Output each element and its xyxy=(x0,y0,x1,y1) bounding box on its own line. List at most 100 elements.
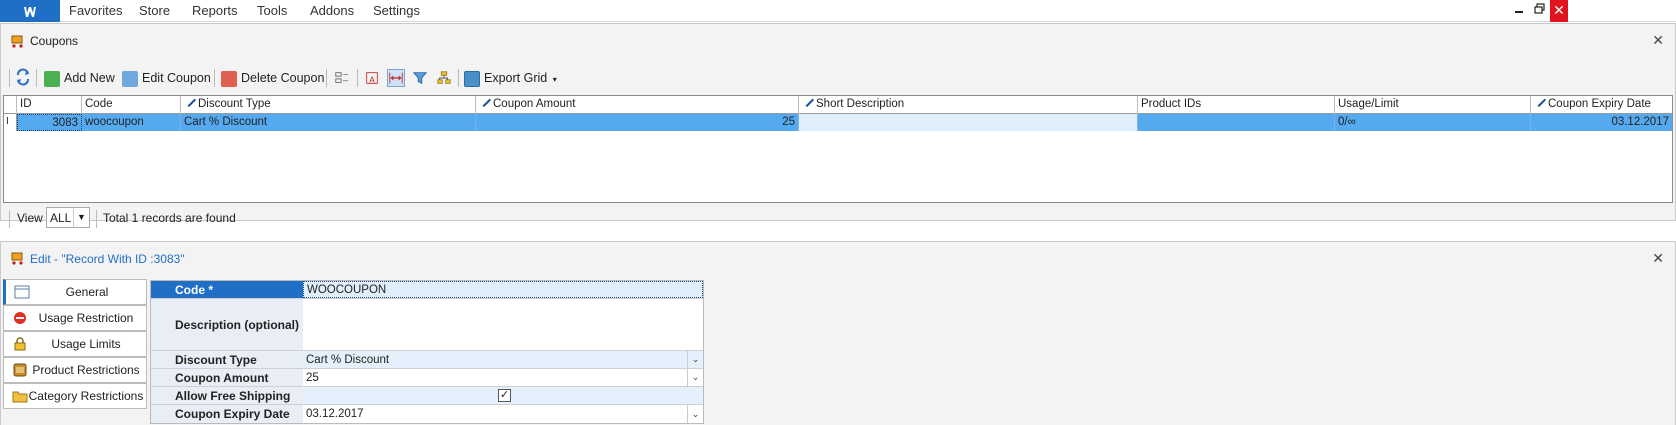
column-header-coupon-amount[interactable]: Coupon Amount xyxy=(476,96,799,114)
toolbar-separator xyxy=(357,69,358,87)
toolbar-grip xyxy=(9,69,10,87)
row-indicator-header xyxy=(4,96,17,114)
column-chooser-icon[interactable] xyxy=(333,69,351,87)
folder-icon xyxy=(12,391,28,403)
table-row[interactable]: I 3083 woocoupon Cart % Discount 25 0/∞ … xyxy=(4,114,1672,132)
chevron-down-icon[interactable]: ⌄ xyxy=(687,405,703,423)
code-row: Code * WOOCOUPON xyxy=(151,281,703,299)
tab-label: Category Restrictions xyxy=(28,389,144,403)
view-select-value: ALL xyxy=(50,211,72,225)
expiry-date-field[interactable]: 03.12.2017 ⌄ xyxy=(303,405,703,423)
tab-usage-restriction[interactable]: Usage Restriction xyxy=(3,305,147,331)
coupon-amount-field[interactable]: 25 ⌄ xyxy=(303,369,703,386)
column-header-label: ID xyxy=(20,98,32,110)
editable-pencil-icon xyxy=(181,96,197,108)
column-header-discount-type[interactable]: Discount Type xyxy=(181,96,476,114)
delete-coupon-button[interactable]: Delete Coupon xyxy=(221,68,324,88)
export-grid-label: Export Grid xyxy=(484,71,548,85)
coupon-amount-value: 25 xyxy=(306,371,319,384)
description-field[interactable] xyxy=(303,299,703,350)
tab-category-restrictions[interactable]: Category Restrictions xyxy=(3,383,147,409)
chevron-down-icon: ▼ xyxy=(73,208,89,227)
export-grid-button[interactable]: Export Grid ▾ xyxy=(464,68,557,88)
product-box-icon xyxy=(13,363,27,377)
coupons-grid: ID Code Discount Type Coupon Amount Shor… xyxy=(3,95,1673,203)
app-menu-button[interactable] xyxy=(0,0,60,22)
cell-discount-type[interactable]: Cart % Discount xyxy=(181,114,476,131)
column-header-code[interactable]: Code xyxy=(82,96,181,114)
toolbar-separator xyxy=(458,69,459,87)
grid-header: ID Code Discount Type Coupon Amount Shor… xyxy=(4,96,1672,114)
cell-expiry-date[interactable]: 03.12.2017 xyxy=(1531,114,1672,131)
toolbar-separator xyxy=(36,69,37,87)
coupons-panel-title: Coupons xyxy=(30,34,79,48)
refresh-icon[interactable] xyxy=(15,68,31,86)
print-layout-icon[interactable]: A xyxy=(363,69,381,87)
coupon-cart-icon xyxy=(11,35,23,48)
expiry-date-value: 03.12.2017 xyxy=(306,408,364,420)
edit-tabs: General Usage Restriction Usage Limits P… xyxy=(3,279,147,409)
restore-icon xyxy=(1533,3,1545,14)
tab-product-restrictions[interactable]: Product Restrictions xyxy=(3,357,147,383)
discount-type-value: Cart % Discount xyxy=(306,353,390,366)
discount-type-select[interactable]: Cart % Discount ⌄ xyxy=(303,351,703,368)
app-close-button[interactable]: ✕ xyxy=(1550,0,1568,22)
general-page-icon xyxy=(14,285,30,299)
column-header-label: Usage/Limit xyxy=(1338,98,1399,110)
column-header-label: Short Description xyxy=(816,98,905,110)
menu-favorites[interactable]: Favorites xyxy=(69,0,122,22)
column-header-product-ids[interactable]: Product IDs xyxy=(1138,96,1335,114)
menu-store[interactable]: Store xyxy=(139,0,170,22)
code-field[interactable]: WOOCOUPON xyxy=(303,281,703,298)
tree-view-icon[interactable] xyxy=(435,69,453,87)
column-header-short-description[interactable]: Short Description xyxy=(799,96,1138,114)
status-separator xyxy=(96,210,97,228)
cell-code[interactable]: woocoupon xyxy=(82,114,181,131)
cell-short-description[interactable] xyxy=(799,114,1138,131)
tab-usage-limits[interactable]: Usage Limits xyxy=(3,331,147,357)
menu-addons[interactable]: Addons xyxy=(310,0,354,22)
chevron-down-icon[interactable]: ⌄ xyxy=(687,369,703,386)
add-new-label: Add New xyxy=(64,71,115,85)
menu-settings[interactable]: Settings xyxy=(373,0,420,22)
tab-general[interactable]: General xyxy=(3,279,147,305)
coupon-amount-row: Coupon Amount 25 ⌄ xyxy=(151,369,703,387)
cell-usage-limit[interactable]: 0/∞ xyxy=(1335,114,1531,131)
expiry-date-row: Coupon Expiry Date 03.12.2017 ⌄ xyxy=(151,405,703,423)
tab-label: General xyxy=(65,285,109,299)
column-header-label: Coupon Amount xyxy=(493,98,576,110)
view-select[interactable]: ALL ▼ xyxy=(46,207,90,228)
tab-label: Usage Limits xyxy=(51,337,121,351)
filter-icon[interactable] xyxy=(411,69,429,87)
edit-coupon-button[interactable]: Edit Coupon xyxy=(122,68,211,88)
fit-columns-icon[interactable] xyxy=(387,69,405,87)
edit-panel-close-button[interactable]: ✕ xyxy=(1652,250,1664,267)
free-shipping-cell: ✓ xyxy=(303,387,703,404)
column-header-usage-limit[interactable]: Usage/Limit xyxy=(1335,96,1531,114)
cell-coupon-amount[interactable]: 25 xyxy=(476,114,799,131)
column-header-label: Discount Type xyxy=(198,98,271,110)
editable-pencil-icon xyxy=(1531,96,1547,108)
restore-button[interactable] xyxy=(1528,0,1550,22)
edit-panel-title: Edit - "Record With ID :3083" xyxy=(30,252,185,266)
minimize-icon xyxy=(1515,11,1523,13)
free-shipping-checkbox[interactable]: ✓ xyxy=(498,389,511,402)
free-shipping-label: Allow Free Shipping xyxy=(151,387,303,404)
row-cursor-icon: I xyxy=(4,114,17,131)
coupon-amount-label: Coupon Amount xyxy=(151,369,303,386)
edit-coupon-label: Edit Coupon xyxy=(142,71,211,85)
cell-product-ids[interactable] xyxy=(1138,114,1335,131)
tab-label: Usage Restriction xyxy=(38,311,134,325)
description-row: Description (optional) xyxy=(151,299,703,351)
menu-reports[interactable]: Reports xyxy=(192,0,238,22)
cell-id[interactable]: 3083 xyxy=(17,114,82,131)
edit-form: Code * WOOCOUPON Description (optional) … xyxy=(150,280,704,424)
add-new-button[interactable]: Add New xyxy=(44,68,115,88)
column-header-expiry-date[interactable]: Coupon Expiry Date xyxy=(1531,96,1672,114)
coupons-panel-close-button[interactable]: ✕ xyxy=(1652,32,1664,49)
chevron-down-icon[interactable]: ⌄ xyxy=(687,351,703,368)
minimize-button[interactable] xyxy=(1508,0,1530,22)
lock-icon xyxy=(14,337,26,351)
menu-tools[interactable]: Tools xyxy=(257,0,287,22)
column-header-id[interactable]: ID xyxy=(17,96,82,114)
